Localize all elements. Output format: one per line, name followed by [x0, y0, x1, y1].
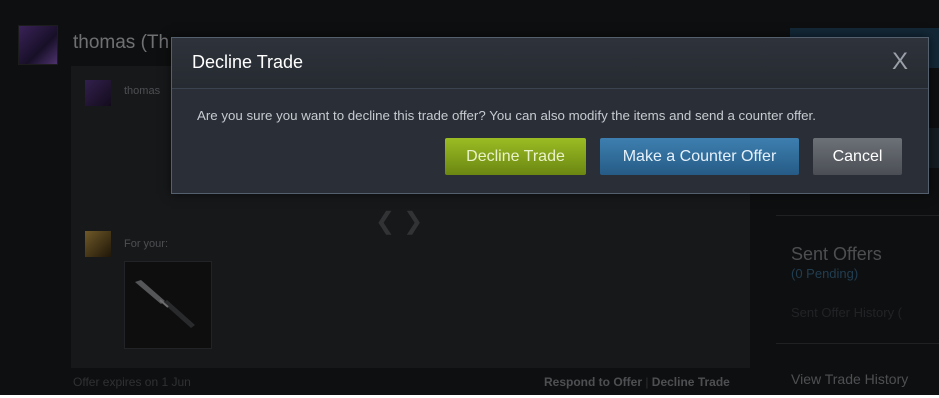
counter-offer-button[interactable]: Make a Counter Offer [600, 138, 799, 175]
dialog-message: Are you sure you want to decline this tr… [197, 108, 816, 123]
dialog-title: Decline Trade [192, 52, 304, 72]
dialog-header: Decline Trade X [172, 38, 928, 89]
decline-trade-button[interactable]: Decline Trade [445, 138, 586, 175]
decline-trade-dialog: Decline Trade X Are you sure you want to… [171, 37, 929, 194]
cancel-button[interactable]: Cancel [813, 138, 902, 175]
trade-offers-page: thomas (Th thomas ❮❯ For your: Offer exp… [0, 0, 939, 395]
close-icon[interactable]: X [885, 47, 915, 77]
